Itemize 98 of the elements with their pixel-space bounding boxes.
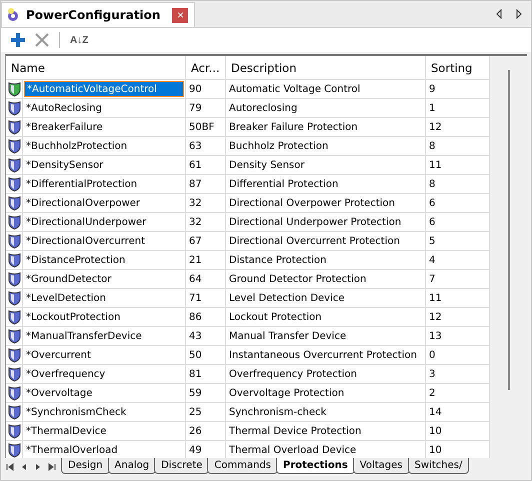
shield-icon xyxy=(8,328,20,344)
last-sheet-icon[interactable] xyxy=(47,462,57,472)
name-cell[interactable]: *DirectionalOverpower xyxy=(24,195,184,211)
shield-icon xyxy=(8,290,20,306)
name-cell[interactable]: *ManualTransferDevice xyxy=(24,328,184,344)
sheet-tab[interactable]: Voltages xyxy=(352,458,410,474)
name-cell[interactable]: *DensitySensor xyxy=(24,157,184,173)
name-cell[interactable]: *Overcurrent xyxy=(24,347,184,363)
column-header[interactable]: Description xyxy=(226,56,426,80)
name-cell[interactable]: *SynchronismCheck xyxy=(24,404,184,420)
name-cell[interactable]: *BuchholzProtection xyxy=(24,138,184,154)
sheet-tab[interactable]: Switches/ xyxy=(408,458,470,474)
add-icon[interactable] xyxy=(11,33,25,47)
table-cell: 64 xyxy=(186,270,226,289)
table-cell: 61 xyxy=(186,156,226,175)
shield-icon xyxy=(8,138,20,154)
table-cell: Distance Protection xyxy=(226,251,426,270)
table-cell: Directional Underpower Protection xyxy=(226,213,426,232)
table-cell: Buchholz Protection xyxy=(226,137,426,156)
table-cell: 59 xyxy=(186,384,226,403)
table-cell: Directional Overpower Protection xyxy=(226,194,426,213)
sort-button[interactable]: A↓Z xyxy=(70,34,88,46)
table-cell: Autoreclosing xyxy=(226,99,426,118)
shield-icon xyxy=(8,196,20,210)
shield-icon xyxy=(8,348,20,362)
table-cell: Ground Detector Protection xyxy=(226,270,426,289)
column-header[interactable]: Name xyxy=(6,56,186,80)
name-cell[interactable]: *Overfrequency xyxy=(24,366,184,382)
close-button[interactable]: × xyxy=(172,8,188,22)
table-cell: 79 xyxy=(186,99,226,118)
document-title[interactable]: PowerConfiguration xyxy=(26,8,160,22)
table-cell: 86 xyxy=(186,308,226,327)
table-cell: Manual Transfer Device xyxy=(226,327,426,346)
table-cell: 21 xyxy=(186,251,226,270)
table-cell: Directional Overcurrent Protection xyxy=(226,232,426,251)
table-cell: 63 xyxy=(186,137,226,156)
table-cell: Synchronism-check xyxy=(226,403,426,422)
table-cell: 43 xyxy=(186,327,226,346)
table-cell: 50BF xyxy=(186,118,226,137)
table-cell: Level Detection Device xyxy=(226,289,426,308)
table-cell: Overvoltage Protection xyxy=(226,384,426,403)
shield-icon xyxy=(8,82,20,96)
table-cell: Breaker Failure Protection xyxy=(226,118,426,137)
first-sheet-icon[interactable] xyxy=(5,462,15,472)
table-cell: 26 xyxy=(186,422,226,441)
shield-icon xyxy=(8,386,20,400)
shield-icon xyxy=(8,366,20,382)
name-cell[interactable]: *AutomaticVoltageControl xyxy=(24,81,184,97)
table-cell: 25 xyxy=(186,403,226,422)
table-cell: 71 xyxy=(186,289,226,308)
shield-icon xyxy=(8,252,20,268)
table-cell: Thermal Device Protection xyxy=(226,422,426,441)
table-cell: Instantaneous Overcurrent Protection xyxy=(226,346,426,365)
sheet-tab[interactable]: Analog xyxy=(108,458,156,474)
table-cell: 90 xyxy=(186,80,226,99)
name-cell[interactable]: *LevelDetection xyxy=(24,290,184,306)
sheet-tab[interactable]: Protections xyxy=(276,458,355,474)
table-cell: 32 xyxy=(186,194,226,213)
column-header[interactable]: Acr... xyxy=(186,56,226,80)
name-cell[interactable]: *GroundDetector xyxy=(24,271,184,287)
table-cell: 50 xyxy=(186,346,226,365)
table-cell: Overfrequency Protection xyxy=(226,365,426,384)
shield-icon xyxy=(8,234,20,248)
name-cell[interactable]: *BreakerFailure xyxy=(24,119,184,135)
shield-icon xyxy=(8,424,20,438)
name-cell[interactable]: *DistanceProtection xyxy=(24,252,184,268)
scroll-right-icon[interactable] xyxy=(515,9,523,19)
name-cell[interactable]: *DifferentialProtection xyxy=(24,176,184,192)
shield-icon xyxy=(8,158,20,172)
shield-icon xyxy=(8,442,20,458)
shield-icon xyxy=(8,404,20,420)
name-cell[interactable]: *ThermalOverload xyxy=(24,442,184,458)
name-cell[interactable]: *AutoReclosing xyxy=(24,100,184,116)
table-cell: Density Sensor xyxy=(226,156,426,175)
name-cell[interactable]: *DirectionalUnderpower xyxy=(24,214,184,230)
shield-icon xyxy=(8,120,20,134)
name-cell[interactable]: *DirectionalOvercurrent xyxy=(24,233,184,249)
shield-icon xyxy=(8,272,20,286)
table-cell: Automatic Voltage Control xyxy=(226,80,426,99)
table-cell: 67 xyxy=(186,232,226,251)
scroll-left-icon[interactable] xyxy=(495,9,503,19)
sheet-tab[interactable]: Discrete xyxy=(154,458,210,474)
table-cell: Differential Protection xyxy=(226,175,426,194)
shield-icon xyxy=(8,100,20,116)
shield-icon xyxy=(8,214,20,230)
table-cell: 81 xyxy=(186,365,226,384)
name-cell[interactable]: *ThermalDevice xyxy=(24,423,184,439)
shield-icon xyxy=(8,176,20,192)
scrollbar-thumb[interactable] xyxy=(508,70,510,390)
delete-icon[interactable] xyxy=(35,33,49,47)
name-cell[interactable]: *Overvoltage xyxy=(24,385,184,401)
table-cell: 32 xyxy=(186,213,226,232)
shield-icon xyxy=(8,310,20,324)
table-cell: Lockout Protection xyxy=(226,308,426,327)
sheet-tab[interactable]: Commands xyxy=(207,458,278,474)
table-cell: 87 xyxy=(186,175,226,194)
name-cell[interactable]: *LockoutProtection xyxy=(24,309,184,325)
sheet-tab[interactable]: Design xyxy=(61,458,110,474)
